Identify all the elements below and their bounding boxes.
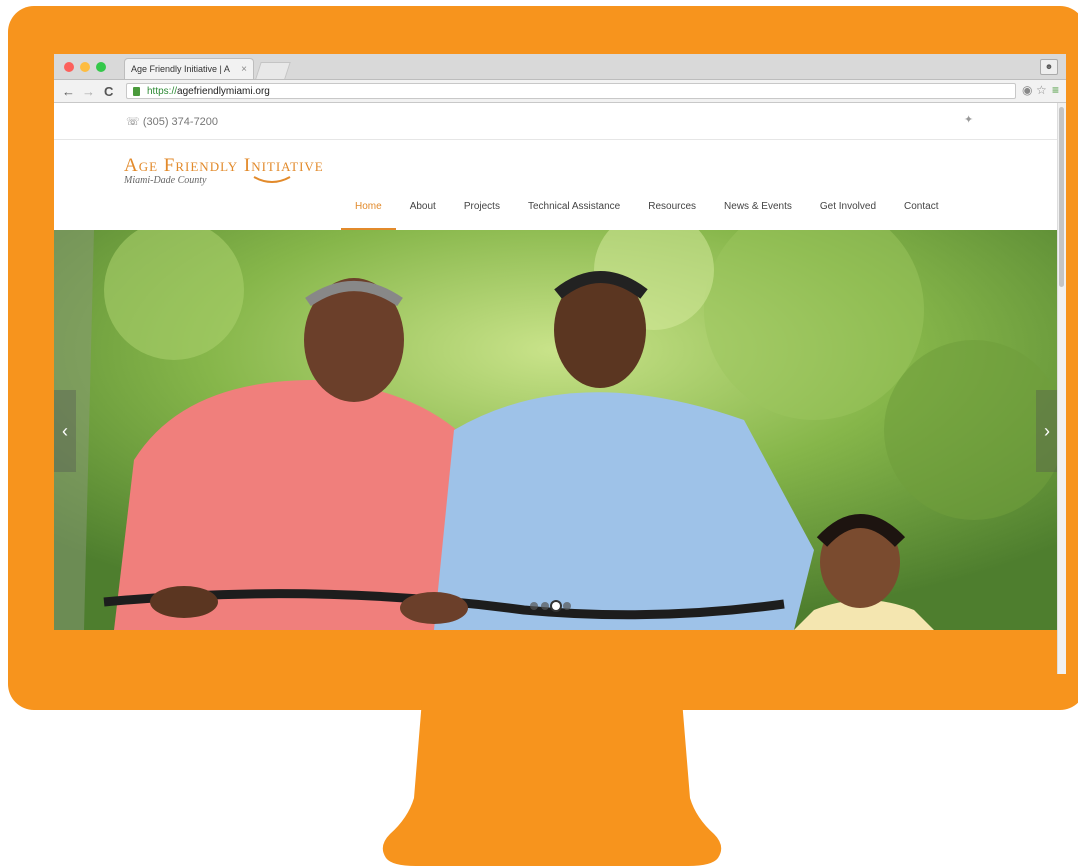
- slider-dot[interactable]: [563, 602, 571, 610]
- slider-prev-button[interactable]: ‹: [54, 390, 76, 472]
- nav-contact[interactable]: Contact: [890, 197, 952, 227]
- monitor-frame: Age Friendly Initiative | A × ☻ ← → C ht…: [8, 6, 1078, 710]
- slider-next-button[interactable]: ›: [1036, 390, 1058, 472]
- url-scheme: https://: [147, 86, 178, 97]
- window-controls: [64, 62, 106, 72]
- phone-icon: ☏: [126, 116, 143, 128]
- slider-dot[interactable]: [541, 602, 549, 610]
- close-window-icon[interactable]: [64, 62, 74, 72]
- back-icon[interactable]: ←: [62, 84, 75, 99]
- page-scrollbar[interactable]: [1057, 103, 1066, 674]
- browser-tab[interactable]: Age Friendly Initiative | A ×: [124, 58, 254, 79]
- minimize-window-icon[interactable]: [80, 62, 90, 72]
- user-icon[interactable]: ☻: [1040, 59, 1058, 75]
- site-logo[interactable]: Age Friendly Initiative Miami-Dade Count…: [124, 155, 324, 186]
- nav-technical-assistance[interactable]: Technical Assistance: [514, 197, 634, 227]
- nav-get-involved[interactable]: Get Involved: [806, 197, 890, 227]
- twitter-icon[interactable]: ✦: [964, 113, 973, 126]
- lock-icon: [133, 87, 140, 96]
- new-tab-button[interactable]: [255, 62, 291, 79]
- slider-dot[interactable]: [530, 602, 538, 610]
- hero-slider: ‹ ›: [54, 230, 1058, 630]
- monitor-screen: Age Friendly Initiative | A × ☻ ← → C ht…: [54, 54, 1066, 674]
- hero-photo: [54, 230, 1058, 630]
- nav-projects[interactable]: Projects: [450, 197, 514, 227]
- tab-title: Age Friendly Initiative | A: [131, 64, 230, 74]
- logo-title: Age Friendly Initiative: [124, 155, 324, 176]
- browser-toolbar: ← → C https://agefriendlymiami.org ◉ ☆ ≡: [54, 80, 1066, 103]
- star-icon[interactable]: ☆: [1036, 83, 1047, 97]
- nav-resources[interactable]: Resources: [634, 197, 710, 227]
- chevron-right-icon: ›: [1044, 420, 1050, 441]
- main-nav: Home About Projects Technical Assistance…: [341, 197, 952, 230]
- monitor-stand: [382, 700, 722, 866]
- logo-smile-icon: [253, 176, 291, 183]
- reload-icon[interactable]: C: [104, 84, 113, 99]
- orange-band: [54, 630, 1058, 674]
- address-bar[interactable]: https://agefriendlymiami.org: [126, 83, 1016, 99]
- nav-about[interactable]: About: [396, 197, 450, 227]
- chevron-left-icon: ‹: [62, 420, 68, 441]
- url-host: agefriendlymiami.org: [177, 86, 270, 97]
- scrollbar-thumb[interactable]: [1059, 107, 1064, 287]
- site-topbar: ☏ (305) 374-7200 ✦: [54, 103, 1058, 140]
- nav-home[interactable]: Home: [341, 197, 396, 230]
- phone-text: (305) 374-7200: [142, 116, 219, 128]
- slider-dot-active[interactable]: [552, 602, 560, 610]
- nav-news-events[interactable]: News & Events: [710, 197, 806, 227]
- forward-icon[interactable]: →: [82, 84, 95, 99]
- tab-close-icon[interactable]: ×: [241, 64, 247, 75]
- zoom-window-icon[interactable]: [96, 62, 106, 72]
- menu-icon[interactable]: ≡: [1052, 83, 1059, 97]
- slider-dots: [530, 602, 571, 610]
- phone-number[interactable]: ☏ (305) 374-7200: [126, 115, 218, 128]
- shield-icon[interactable]: ◉: [1022, 83, 1032, 97]
- web-page: ☏ (305) 374-7200 ✦ Age Friendly Initiati…: [54, 103, 1058, 674]
- browser-tabbar: Age Friendly Initiative | A × ☻: [54, 54, 1066, 80]
